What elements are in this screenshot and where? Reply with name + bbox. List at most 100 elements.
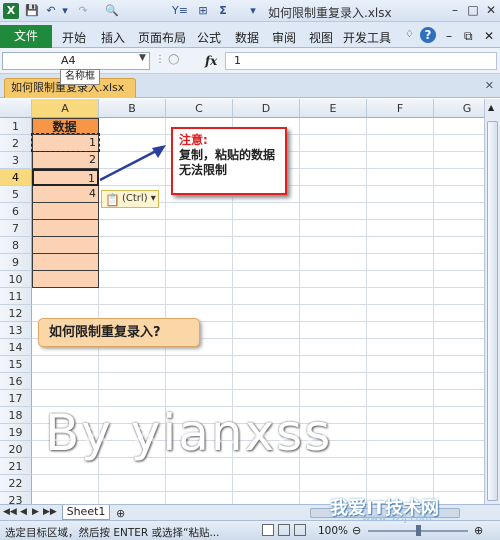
row-header-4[interactable]: 4 [0, 169, 32, 186]
zoom-slider-thumb[interactable] [416, 525, 421, 536]
customize-qat-icon[interactable]: ▾ [248, 3, 258, 19]
cell-a2[interactable]: 1 [32, 135, 99, 152]
row-header-6[interactable]: 6 [0, 203, 32, 220]
cell-a4[interactable]: 1 [32, 169, 99, 186]
zoom-out-icon[interactable]: ⊖ [352, 524, 361, 537]
page-layout-view-icon[interactable] [278, 524, 290, 536]
zoom-level[interactable]: 100% [318, 525, 348, 537]
formula-input[interactable]: 1 [225, 52, 497, 70]
undo-icon[interactable]: ↶ [44, 3, 58, 19]
column-header-b[interactable]: B [99, 99, 166, 118]
close-icon[interactable]: ✕ [485, 79, 494, 92]
print-preview-icon[interactable]: 🔍 [104, 3, 120, 19]
cell-a8[interactable] [32, 237, 99, 254]
undo-dropdown-icon[interactable]: ▾ [60, 3, 70, 19]
tab-review[interactable]: 审阅 [272, 29, 296, 46]
column-header-e[interactable]: E [300, 99, 367, 118]
column-header-f[interactable]: F [367, 99, 434, 118]
restore-workbook-icon[interactable]: ⧉ [464, 29, 473, 44]
excel-logo-icon[interactable]: X [3, 3, 19, 19]
ribbon-collapse-icon[interactable]: ♢ [405, 29, 414, 40]
first-sheet-button[interactable]: ◀◀ [3, 507, 17, 517]
row-header-8[interactable]: 8 [0, 237, 32, 254]
sheet-tab-sheet1[interactable]: Sheet1 [62, 505, 110, 520]
minimize-button[interactable]: – [448, 2, 462, 18]
row-gridline [32, 287, 484, 288]
column-header-a[interactable]: A [32, 99, 99, 118]
next-sheet-button[interactable]: ▶ [32, 507, 39, 517]
page-break-view-icon[interactable] [294, 524, 306, 536]
row-header-3[interactable]: 3 [0, 152, 32, 169]
cell-a9[interactable] [32, 254, 99, 271]
row-header-10[interactable]: 10 [0, 271, 32, 288]
row-header-5[interactable]: 5 [0, 186, 32, 203]
select-all-corner[interactable] [0, 99, 32, 118]
vertical-scrollbar[interactable]: ▲ [484, 99, 500, 504]
cell-a7[interactable] [32, 220, 99, 237]
row-gridline [32, 236, 484, 237]
filter-icon[interactable]: Y≡ [170, 3, 190, 19]
row-header-1[interactable]: 1 [0, 118, 32, 135]
row-header-19[interactable]: 19 [0, 424, 32, 441]
prev-sheet-button[interactable]: ◀ [20, 507, 27, 517]
row-header-17[interactable]: 17 [0, 390, 32, 407]
row-header-15[interactable]: 15 [0, 356, 32, 373]
tab-formulas[interactable]: 公式 [197, 29, 221, 46]
save-icon[interactable]: 💾 [24, 3, 40, 19]
tab-view[interactable]: 视图 [309, 29, 333, 46]
tab-developer[interactable]: 开发工具 [343, 29, 391, 46]
chevron-down-icon[interactable]: ▼ [139, 53, 146, 63]
tab-file[interactable]: 文件 [0, 25, 52, 48]
row-header-12[interactable]: 12 [0, 305, 32, 322]
paste-options-button[interactable]: 📋 (Ctrl) ▾ [101, 190, 159, 208]
column-gridline [433, 118, 434, 504]
row-gridline [32, 474, 484, 475]
cell-a10[interactable] [32, 271, 99, 288]
minimize-workbook-icon[interactable]: – [446, 29, 452, 43]
row-header-16[interactable]: 16 [0, 373, 32, 390]
formula-bar-splitter[interactable]: ⋮ ◯ [155, 54, 195, 68]
column-header-g[interactable]: G [434, 99, 484, 118]
tab-insert[interactable]: 插入 [101, 29, 125, 46]
paste-options-label: (Ctrl) ▾ [122, 193, 156, 204]
new-sheet-icon[interactable]: ⊕ [116, 507, 125, 520]
autosum-icon[interactable]: Σ [216, 3, 230, 19]
row-header-14[interactable]: 14 [0, 339, 32, 356]
row-header-22[interactable]: 22 [0, 475, 32, 492]
row-header-7[interactable]: 7 [0, 220, 32, 237]
cell-a5[interactable]: 4 [32, 186, 99, 203]
zoom-in-icon[interactable]: ⊕ [474, 524, 483, 537]
tab-home[interactable]: 开始 [62, 29, 86, 46]
row-header-20[interactable]: 20 [0, 441, 32, 458]
row-header-13[interactable]: 13 [0, 322, 32, 339]
row-header-2[interactable]: 2 [0, 135, 32, 152]
row-header-21[interactable]: 21 [0, 458, 32, 475]
tab-page-layout[interactable]: 页面布局 [138, 29, 186, 46]
row-header-11[interactable]: 11 [0, 288, 32, 305]
normal-view-icon[interactable] [262, 524, 274, 536]
maximize-button[interactable]: □ [466, 2, 480, 18]
row-header-9[interactable]: 9 [0, 254, 32, 271]
vertical-scroll-thumb[interactable] [487, 121, 498, 501]
cell-a1[interactable]: 数据 [32, 118, 99, 135]
name-box[interactable]: A4 [2, 52, 150, 70]
help-icon[interactable]: ? [420, 27, 436, 43]
scroll-up-icon[interactable]: ▲ [488, 103, 494, 112]
insert-function-icon[interactable]: fx [205, 54, 217, 68]
row-header-18[interactable]: 18 [0, 407, 32, 424]
borders-icon[interactable]: ⊞ [196, 3, 210, 19]
ribbon-tab-bar: 文件 开始 插入 页面布局 公式 数据 审阅 视图 开发工具 ♢ ? – ⧉ ✕ [0, 22, 500, 48]
cell-a6[interactable] [32, 203, 99, 220]
arrow-line [99, 148, 159, 182]
cell-a3[interactable]: 2 [32, 152, 99, 169]
row-header-23[interactable]: 23 [0, 492, 32, 504]
column-header-c[interactable]: C [166, 99, 233, 118]
close-workbook-icon[interactable]: ✕ [484, 29, 494, 43]
site-watermark-url: www.52ij.com [362, 513, 432, 524]
redo-icon[interactable]: ↷ [76, 3, 90, 19]
tab-data[interactable]: 数据 [235, 29, 259, 46]
close-button[interactable]: ✕ [484, 2, 498, 18]
quick-access-toolbar: X 💾 ↶ ▾ ↷ 🔍 Y≡ ⊞ Σ ▾ 如何限制重复录入.xlsx – □ ✕ [0, 0, 500, 22]
last-sheet-button[interactable]: ▶▶ [43, 507, 57, 517]
column-header-d[interactable]: D [233, 99, 300, 118]
